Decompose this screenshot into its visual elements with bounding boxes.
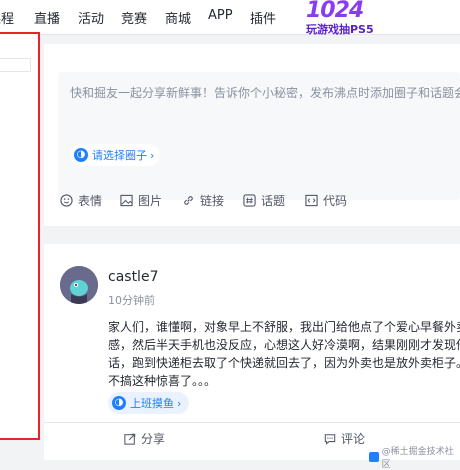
- tool-code-label: 代码: [323, 194, 348, 208]
- post-editor: 快和掘友一起分享新鲜事！告诉你个小秘密，发布沸点时添加圈子和话题会被 ◑ 请选择…: [44, 44, 460, 226]
- image-icon: [120, 194, 133, 207]
- nav-item-plugins[interactable]: 插件: [250, 8, 276, 27]
- tool-emoji[interactable]: 表情: [60, 192, 102, 209]
- nav-item-events[interactable]: 活动: [78, 8, 104, 27]
- promo-banner[interactable]: 1024 玩游戏抽PS5: [296, 0, 396, 38]
- nav-item-courses[interactable]: 课程: [0, 8, 14, 27]
- select-circle-label: 请选择圈子: [92, 149, 147, 162]
- post-time: 10分钟前: [108, 294, 155, 307]
- avatar-image: [60, 266, 98, 304]
- chevron-right-icon: ›: [150, 148, 155, 162]
- promo-subtitle: 玩游戏抽PS5: [306, 23, 374, 36]
- select-circle-button[interactable]: ◑ 请选择圈子 ›: [70, 144, 161, 166]
- comment-button[interactable]: 评论: [324, 430, 365, 447]
- avatar[interactable]: [60, 266, 98, 304]
- sidebar-search-box[interactable]: [0, 58, 31, 72]
- tool-link-label: 链接: [200, 194, 225, 208]
- nav-item-contests[interactable]: 竞赛: [121, 8, 147, 27]
- comment-label: 评论: [341, 432, 366, 446]
- share-icon: [124, 433, 136, 445]
- tool-link[interactable]: 链接: [182, 192, 224, 209]
- circle-icon: ◑: [74, 148, 88, 162]
- post-text-line: 感，然后半天手机也没反应，心想这人好冷漠啊，结果刚刚才发现他: [108, 338, 460, 352]
- feed-post: castle7 10分钟前 家人们，谁懂啊，对象早上不舒服，我出门给他点了个爱心…: [44, 244, 460, 460]
- post-topic-label: 上班摸鱼: [130, 397, 174, 410]
- nav-item-mall[interactable]: 商城: [165, 8, 191, 27]
- code-icon: [305, 194, 318, 207]
- comment-icon: [324, 433, 336, 445]
- tool-topic-label: 话题: [261, 194, 286, 208]
- tool-image-label: 图片: [138, 194, 163, 208]
- tool-topic[interactable]: 话题: [243, 192, 285, 209]
- post-author[interactable]: castle7: [108, 269, 158, 285]
- post-text-line: 家人们，谁懂啊，对象早上不舒服，我出门给他点了个爱心早餐外卖: [108, 320, 460, 334]
- post-text-line: 不搞这种惊喜了。。。: [108, 374, 217, 388]
- hashtag-icon: [243, 194, 256, 207]
- tool-code[interactable]: 代码: [305, 192, 347, 209]
- share-button[interactable]: 分享: [124, 430, 165, 447]
- promo-title: 1024: [306, 0, 364, 23]
- chevron-right-icon: ›: [177, 396, 182, 410]
- juejin-logo-icon: [369, 452, 379, 462]
- tool-image[interactable]: 图片: [120, 192, 162, 209]
- post-divider: [44, 422, 460, 423]
- post-topic-tag[interactable]: ◑ 上班摸鱼 ›: [108, 392, 190, 414]
- link-icon: [184, 196, 193, 205]
- post-text-line: 话，跑到快递柜去取了个快递就回去了，因为外卖也是放外卖柜子。: [108, 356, 460, 370]
- highlighted-sidebar-panel: [0, 32, 40, 440]
- top-nav: 课程 直播 活动 竞赛 商城 APP 插件 1024 玩游戏抽PS5: [0, 0, 460, 38]
- nav-item-live[interactable]: 直播: [34, 8, 60, 27]
- share-label: 分享: [141, 432, 166, 446]
- tool-emoji-label: 表情: [78, 194, 103, 208]
- smile-icon: [60, 194, 73, 207]
- watermark-text: @稀土掘金技术社区: [381, 447, 454, 470]
- editor-input[interactable]: 快和掘友一起分享新鲜事！告诉你个小秘密，发布沸点时添加圈子和话题会被 ◑ 请选择…: [58, 72, 460, 200]
- editor-placeholder: 快和掘友一起分享新鲜事！告诉你个小秘密，发布沸点时添加圈子和话题会被: [70, 86, 460, 100]
- watermark: @稀土掘金技术社区: [369, 444, 460, 470]
- nav-item-app[interactable]: APP: [208, 8, 233, 23]
- circle-icon: ◑: [112, 396, 126, 410]
